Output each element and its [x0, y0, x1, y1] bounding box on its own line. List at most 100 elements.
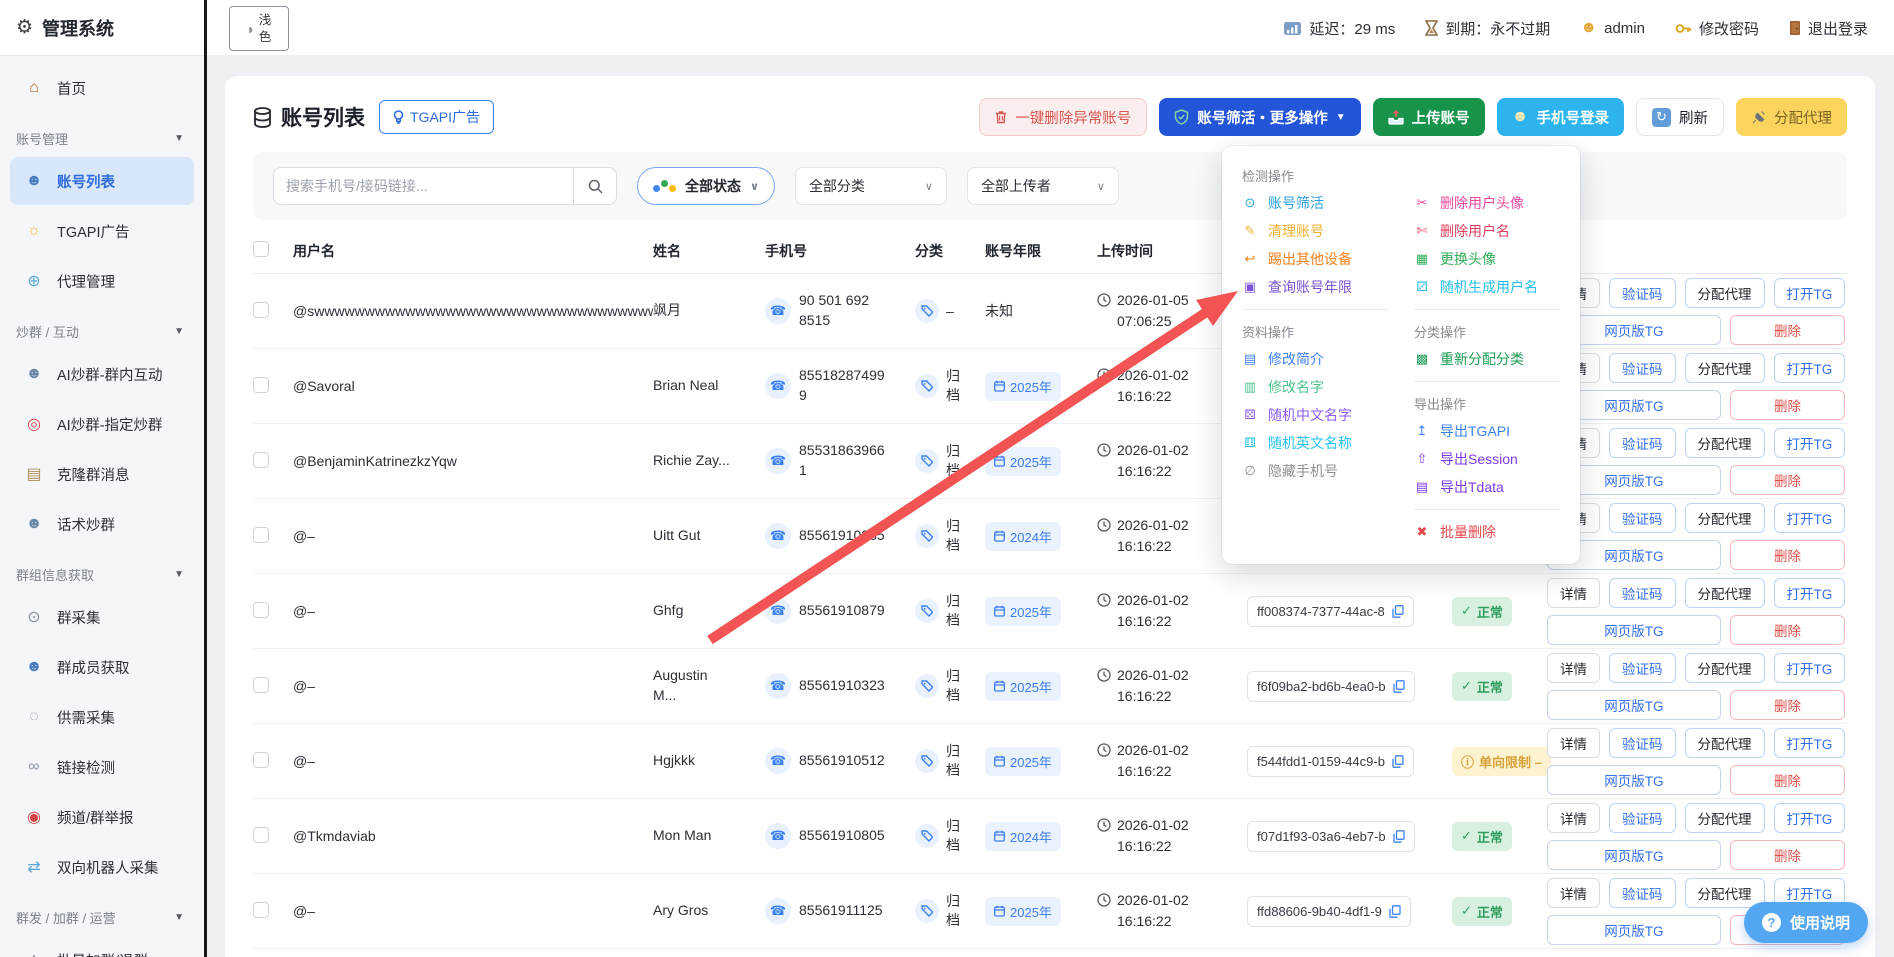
dropdown-menu-item[interactable]: ↥ 导出TGAPI — [1414, 417, 1560, 445]
tgapi-ad-button[interactable]: TGAPI广告 — [379, 100, 494, 134]
copy-icon[interactable] — [1393, 680, 1405, 693]
delete-row-button[interactable]: 删除 — [1730, 390, 1846, 420]
row-checkbox[interactable] — [253, 527, 269, 543]
dropdown-menu-item[interactable]: ↩ 踢出其他设备 — [1242, 245, 1388, 273]
assign-proxy-row-button[interactable]: 分配代理 — [1685, 428, 1765, 458]
web-tg-button[interactable]: 网页版TG — [1547, 765, 1721, 795]
theme-toggle-button[interactable]: ◑ 浅色 — [229, 6, 289, 51]
sidebar-item[interactable]: ＋ 批量加群/退群 — [10, 936, 194, 957]
row-checkbox[interactable] — [253, 827, 269, 843]
detail-button[interactable]: 详情 — [1547, 578, 1600, 608]
help-button[interactable]: ? 使用说明 — [1744, 902, 1868, 943]
assign-proxy-row-button[interactable]: 分配代理 — [1685, 653, 1765, 683]
uuid-box[interactable]: ffd88606-9b40-4df1-9 — [1247, 896, 1411, 927]
sidebar-item[interactable]: ☼ TGAPI广告 — [10, 207, 194, 255]
row-checkbox[interactable] — [253, 452, 269, 468]
open-tg-button[interactable]: 打开TG — [1774, 428, 1846, 458]
assign-proxy-row-button[interactable]: 分配代理 — [1685, 278, 1765, 308]
open-tg-button[interactable]: 打开TG — [1774, 503, 1846, 533]
uuid-box[interactable]: f544fdd1-0159-44c9-b — [1247, 746, 1414, 777]
detail-button[interactable]: 详情 — [1547, 653, 1600, 683]
dropdown-menu-item[interactable]: ▦ 更换头像 — [1414, 245, 1560, 273]
row-checkbox[interactable] — [253, 602, 269, 618]
web-tg-button[interactable]: 网页版TG — [1547, 915, 1721, 945]
open-tg-button[interactable]: 打开TG — [1774, 653, 1846, 683]
sidebar-item[interactable]: ⊙ 群采集 — [10, 593, 194, 641]
open-tg-button[interactable]: 打开TG — [1774, 803, 1846, 833]
copy-icon[interactable] — [1393, 830, 1405, 843]
row-checkbox[interactable] — [253, 377, 269, 393]
sidebar-item[interactable]: ◉ 频道/群举报 — [10, 793, 194, 841]
search-input[interactable] — [273, 167, 573, 205]
sidebar-item[interactable]: ⌂ 首页 — [10, 64, 194, 112]
sidebar-item[interactable]: ☻ 群成员获取 — [10, 643, 194, 691]
delete-row-button[interactable]: 删除 — [1730, 840, 1846, 870]
dropdown-menu-item[interactable]: ⊙ 账号筛活 — [1242, 189, 1388, 217]
verification-code-button[interactable]: 验证码 — [1609, 278, 1676, 308]
detail-button[interactable]: 详情 — [1547, 803, 1600, 833]
sidebar-group-label[interactable]: 群发 / 加群 / 运营 ▼ — [0, 893, 204, 934]
verification-code-button[interactable]: 验证码 — [1609, 353, 1676, 383]
verification-code-button[interactable]: 验证码 — [1609, 578, 1676, 608]
open-tg-button[interactable]: 打开TG — [1774, 278, 1846, 308]
dropdown-menu-item[interactable]: ▣ 查询账号年限 — [1242, 273, 1388, 301]
assign-proxy-row-button[interactable]: 分配代理 — [1685, 353, 1765, 383]
copy-icon[interactable] — [1389, 905, 1401, 918]
verification-code-button[interactable]: 验证码 — [1609, 428, 1676, 458]
detail-button[interactable]: 详情 — [1547, 878, 1600, 908]
change-password-button[interactable]: 修改密码 — [1675, 18, 1759, 39]
web-tg-button[interactable]: 网页版TG — [1547, 615, 1721, 645]
assign-proxy-row-button[interactable]: 分配代理 — [1685, 728, 1765, 758]
row-checkbox[interactable] — [253, 902, 269, 918]
copy-icon[interactable] — [1392, 755, 1404, 768]
sidebar-item[interactable]: ⊕ 代理管理 — [10, 257, 194, 305]
logout-button[interactable]: 退出登录 — [1789, 18, 1868, 39]
dropdown-menu-item[interactable]: ⚄ 随机中文名字 — [1242, 401, 1388, 429]
verification-code-button[interactable]: 验证码 — [1609, 728, 1676, 758]
status-filter[interactable]: 全部状态 ∨ — [637, 167, 775, 205]
select-all-checkbox[interactable] — [253, 241, 269, 257]
uploader-filter[interactable]: 全部上传者 ∨ — [967, 167, 1119, 205]
upload-accounts-button[interactable]: 上传账号 — [1373, 98, 1485, 136]
dropdown-menu-item[interactable]: ∅ 隐藏手机号 — [1242, 457, 1388, 485]
delete-row-button[interactable]: 删除 — [1730, 540, 1846, 570]
dropdown-menu-item[interactable]: ▥ 修改名字 — [1242, 373, 1388, 401]
phone-login-button[interactable]: ☻ 手机号登录 — [1497, 98, 1624, 136]
delete-row-button[interactable]: 删除 — [1730, 465, 1846, 495]
dropdown-menu-item[interactable]: ▤ 导出Tdata — [1414, 473, 1560, 501]
sidebar-group-label[interactable]: 群组信息获取 ▼ — [0, 550, 204, 591]
assign-proxy-button[interactable]: 分配代理 — [1736, 98, 1847, 136]
uuid-box[interactable]: f6f09ba2-bd6b-4ea0-b — [1247, 671, 1415, 702]
assign-proxy-row-button[interactable]: 分配代理 — [1685, 803, 1765, 833]
dropdown-menu-item[interactable]: ✄ 删除用户名 — [1414, 217, 1560, 245]
sidebar-item[interactable]: ◎ AI炒群-指定炒群 — [10, 400, 194, 448]
sidebar-group-label[interactable]: 账号管理 ▼ — [0, 114, 204, 155]
web-tg-button[interactable]: 网页版TG — [1547, 690, 1721, 720]
dropdown-menu-item[interactable]: ⚂ 随机生成用户名 — [1414, 273, 1560, 301]
uuid-box[interactable]: ff008374-7377-44ac-8 — [1247, 596, 1414, 627]
verification-code-button[interactable]: 验证码 — [1609, 878, 1676, 908]
sidebar-item[interactable]: ☻ 账号列表 — [10, 157, 194, 205]
copy-icon[interactable] — [1392, 605, 1404, 618]
row-checkbox[interactable] — [253, 677, 269, 693]
sidebar-item[interactable]: ⇄ 双向机器人采集 — [10, 843, 194, 891]
assign-proxy-row-button[interactable]: 分配代理 — [1685, 578, 1765, 608]
open-tg-button[interactable]: 打开TG — [1774, 578, 1846, 608]
user-menu[interactable]: ☻ admin — [1580, 19, 1645, 37]
delete-row-button[interactable]: 删除 — [1730, 315, 1846, 345]
row-checkbox[interactable] — [253, 752, 269, 768]
open-tg-button[interactable]: 打开TG — [1774, 353, 1846, 383]
assign-proxy-row-button[interactable]: 分配代理 — [1685, 503, 1765, 533]
dropdown-menu-item[interactable]: ✂ 删除用户头像 — [1414, 189, 1560, 217]
assign-proxy-row-button[interactable]: 分配代理 — [1685, 878, 1765, 908]
category-filter[interactable]: 全部分类 ∨ — [795, 167, 947, 205]
row-checkbox[interactable] — [253, 302, 269, 318]
sidebar-item[interactable]: ☻ AI炒群-群内互动 — [10, 350, 194, 398]
verification-code-button[interactable]: 验证码 — [1609, 503, 1676, 533]
uuid-box[interactable]: f07d1f93-03a6-4eb7-b — [1247, 821, 1415, 852]
more-actions-dropdown-button[interactable]: 账号筛活・更多操作 ▼ — [1159, 98, 1360, 136]
dropdown-menu-item[interactable]: ⇧ 导出Session — [1414, 445, 1560, 473]
delete-abnormal-button[interactable]: 一键删除异常账号 — [979, 98, 1147, 136]
open-tg-button[interactable]: 打开TG — [1774, 728, 1846, 758]
web-tg-button[interactable]: 网页版TG — [1547, 840, 1721, 870]
